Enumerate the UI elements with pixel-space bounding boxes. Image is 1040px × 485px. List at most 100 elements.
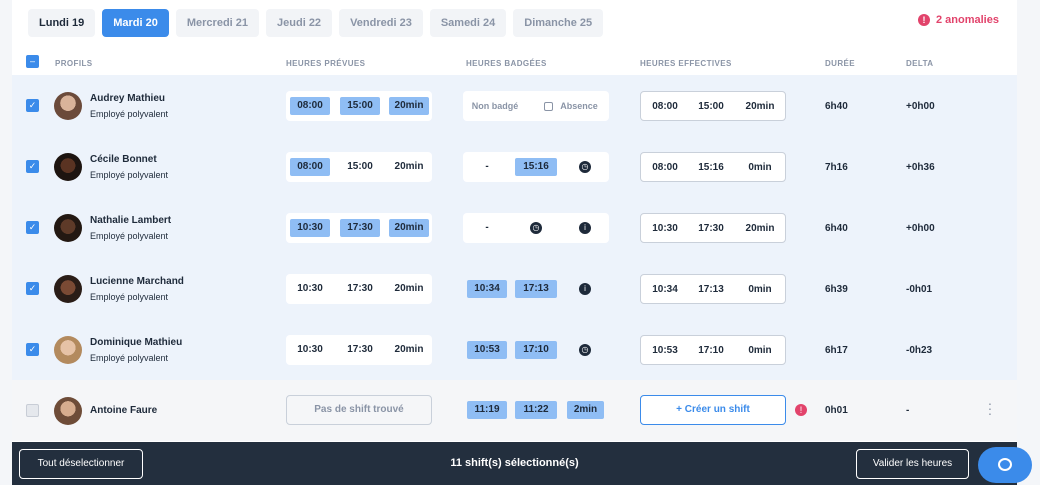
badged-hours[interactable]: - 15:16 ◷ [463,152,609,182]
deselect-all-button[interactable]: Tout déselectionner [19,449,143,479]
day-tabs: Lundi 19 Mardi 20 Mercredi 21 Jeudi 22 V… [28,9,604,37]
table-row[interactable]: Antoine Faure Pas de shift trouvé 11:19 … [12,380,1017,441]
select-all-checkbox[interactable]: – [26,55,39,68]
duration-value: 6h17 [825,345,848,356]
tab-dimanche-25[interactable]: Dimanche 25 [513,9,604,37]
table-row[interactable]: ✓ Audrey Mathieu Employé polyvalent 08:0… [12,75,1017,136]
absence-checkbox[interactable] [544,102,553,111]
badged-hours[interactable]: 10:34 17:13 i [463,274,609,304]
create-shift-button[interactable]: + Créer un shift [640,395,786,425]
no-shift-button[interactable]: Pas de shift trouvé [286,395,432,425]
planned-hours[interactable]: 08:00 15:00 20min [286,91,432,121]
planned-start: 10:30 [290,219,330,237]
employee-name: Dominique Mathieu [90,337,183,348]
avatar [54,214,82,242]
delta-value: - [906,405,910,416]
more-options-icon[interactable]: · · · [987,396,993,420]
table-row[interactable]: ✓ Cécile Bonnet Employé polyvalent 08:00… [12,136,1017,197]
effective-start: 10:30 [652,223,678,234]
selection-footer: 11 shift(s) sélectionné(s) Tout déselect… [12,442,1017,485]
planned-hours[interactable]: 08:00 15:00 20min [286,152,432,182]
effective-hours[interactable]: 10:30 17:30 20min [640,213,786,243]
employee-name: Nathalie Lambert [90,215,172,226]
badge-status: Non badgé [471,101,519,111]
info-icon[interactable]: i [579,222,591,234]
duration-value: 7h16 [825,162,848,173]
badged-end: 11:22 [515,401,557,419]
duration-value: 6h40 [825,223,848,234]
effective-end: 17:10 [698,345,724,356]
badged-end: 17:10 [515,341,557,359]
chat-button[interactable] [978,447,1032,483]
anomalies-label: 2 anomalies [936,14,999,26]
tab-vendredi-23[interactable]: Vendredi 23 [339,9,423,37]
tab-mercredi-21[interactable]: Mercredi 21 [175,9,260,37]
tab-samedi-24[interactable]: Samedi 24 [429,9,507,37]
alert-circle-icon: ! [795,404,807,416]
tab-mardi-20[interactable]: Mardi 20 [102,9,169,37]
avatar [54,397,82,425]
badged-hours[interactable]: - ◷ i [463,213,609,243]
row-checkbox[interactable]: ✓ [26,221,39,234]
badged-hours[interactable]: Non badgé Absence [463,91,609,121]
effective-start: 08:00 [652,162,678,173]
table-row[interactable]: ✓ Lucienne Marchand Employé polyvalent 1… [12,258,1017,319]
row-checkbox[interactable]: ✓ [26,160,39,173]
employee-role: Employé polyvalent [90,292,169,302]
planned-start: 08:00 [290,97,330,115]
badged-start: - [485,222,489,233]
planned-end: 17:30 [347,283,373,294]
employee-name: Lucienne Marchand [90,276,184,287]
duration-value: 6h39 [825,284,848,295]
badged-hours[interactable]: 10:53 17:10 ◷ [463,335,609,365]
header-profils: PROFILS [55,59,93,68]
badged-end: 17:13 [515,280,557,298]
delta-value: +0h00 [906,223,935,234]
effective-pause: 0min [748,345,772,356]
avatar [54,275,82,303]
row-checkbox[interactable] [26,404,39,417]
effective-hours[interactable]: 08:00 15:16 0min [640,152,786,182]
table-row[interactable]: ✓ Dominique Mathieu Employé polyvalent 1… [12,319,1017,380]
planned-end: 17:30 [347,344,373,355]
badged-end: 15:16 [515,158,557,176]
badged-hours[interactable]: 11:19 11:22 2min [463,395,609,425]
effective-pause: 20min [745,101,775,112]
effective-end: 17:13 [698,284,724,295]
row-checkbox[interactable]: ✓ [26,282,39,295]
effective-pause: 0min [748,284,772,295]
stopwatch-icon[interactable]: ◷ [579,344,591,356]
table-row[interactable]: ✓ Nathalie Lambert Employé polyvalent 10… [12,197,1017,258]
effective-hours[interactable]: 08:00 15:00 20min [640,91,786,121]
planned-pause: 20min [389,219,429,237]
page-margin [1017,0,1040,485]
chat-bubble-icon [998,458,1012,471]
row-checkbox[interactable]: ✓ [26,99,39,112]
stopwatch-icon[interactable]: ◷ [530,222,542,234]
employee-role: Employé polyvalent [90,170,169,180]
header-heures-effectives: HEURES EFFECTIVES [640,59,732,68]
header-heures-badgees: HEURES BADGÉES [466,59,547,68]
avatar [54,153,82,181]
effective-hours[interactable]: 10:53 17:10 0min [640,335,786,365]
tab-lundi-19[interactable]: Lundi 19 [28,9,96,37]
info-icon[interactable]: i [579,283,591,295]
duration-value: 0h01 [825,405,848,416]
effective-pause: 0min [748,162,772,173]
planned-hours[interactable]: 10:30 17:30 20min [286,335,432,365]
planned-end: 17:30 [340,219,380,237]
delta-value: -0h23 [906,345,933,356]
planned-hours[interactable]: 10:30 17:30 20min [286,274,432,304]
planned-start: 10:30 [297,283,323,294]
effective-end: 15:00 [698,101,724,112]
badged-start: 10:53 [467,341,507,359]
badged-start: 11:19 [467,401,507,419]
anomalies-link[interactable]: ! 2 anomalies [918,14,999,26]
badged-start: - [485,161,489,172]
planned-hours[interactable]: 10:30 17:30 20min [286,213,432,243]
validate-hours-button[interactable]: Valider les heures [856,449,969,479]
tab-jeudi-22[interactable]: Jeudi 22 [266,9,333,37]
row-checkbox[interactable]: ✓ [26,343,39,356]
stopwatch-icon[interactable]: ◷ [579,161,591,173]
effective-hours[interactable]: 10:34 17:13 0min [640,274,786,304]
